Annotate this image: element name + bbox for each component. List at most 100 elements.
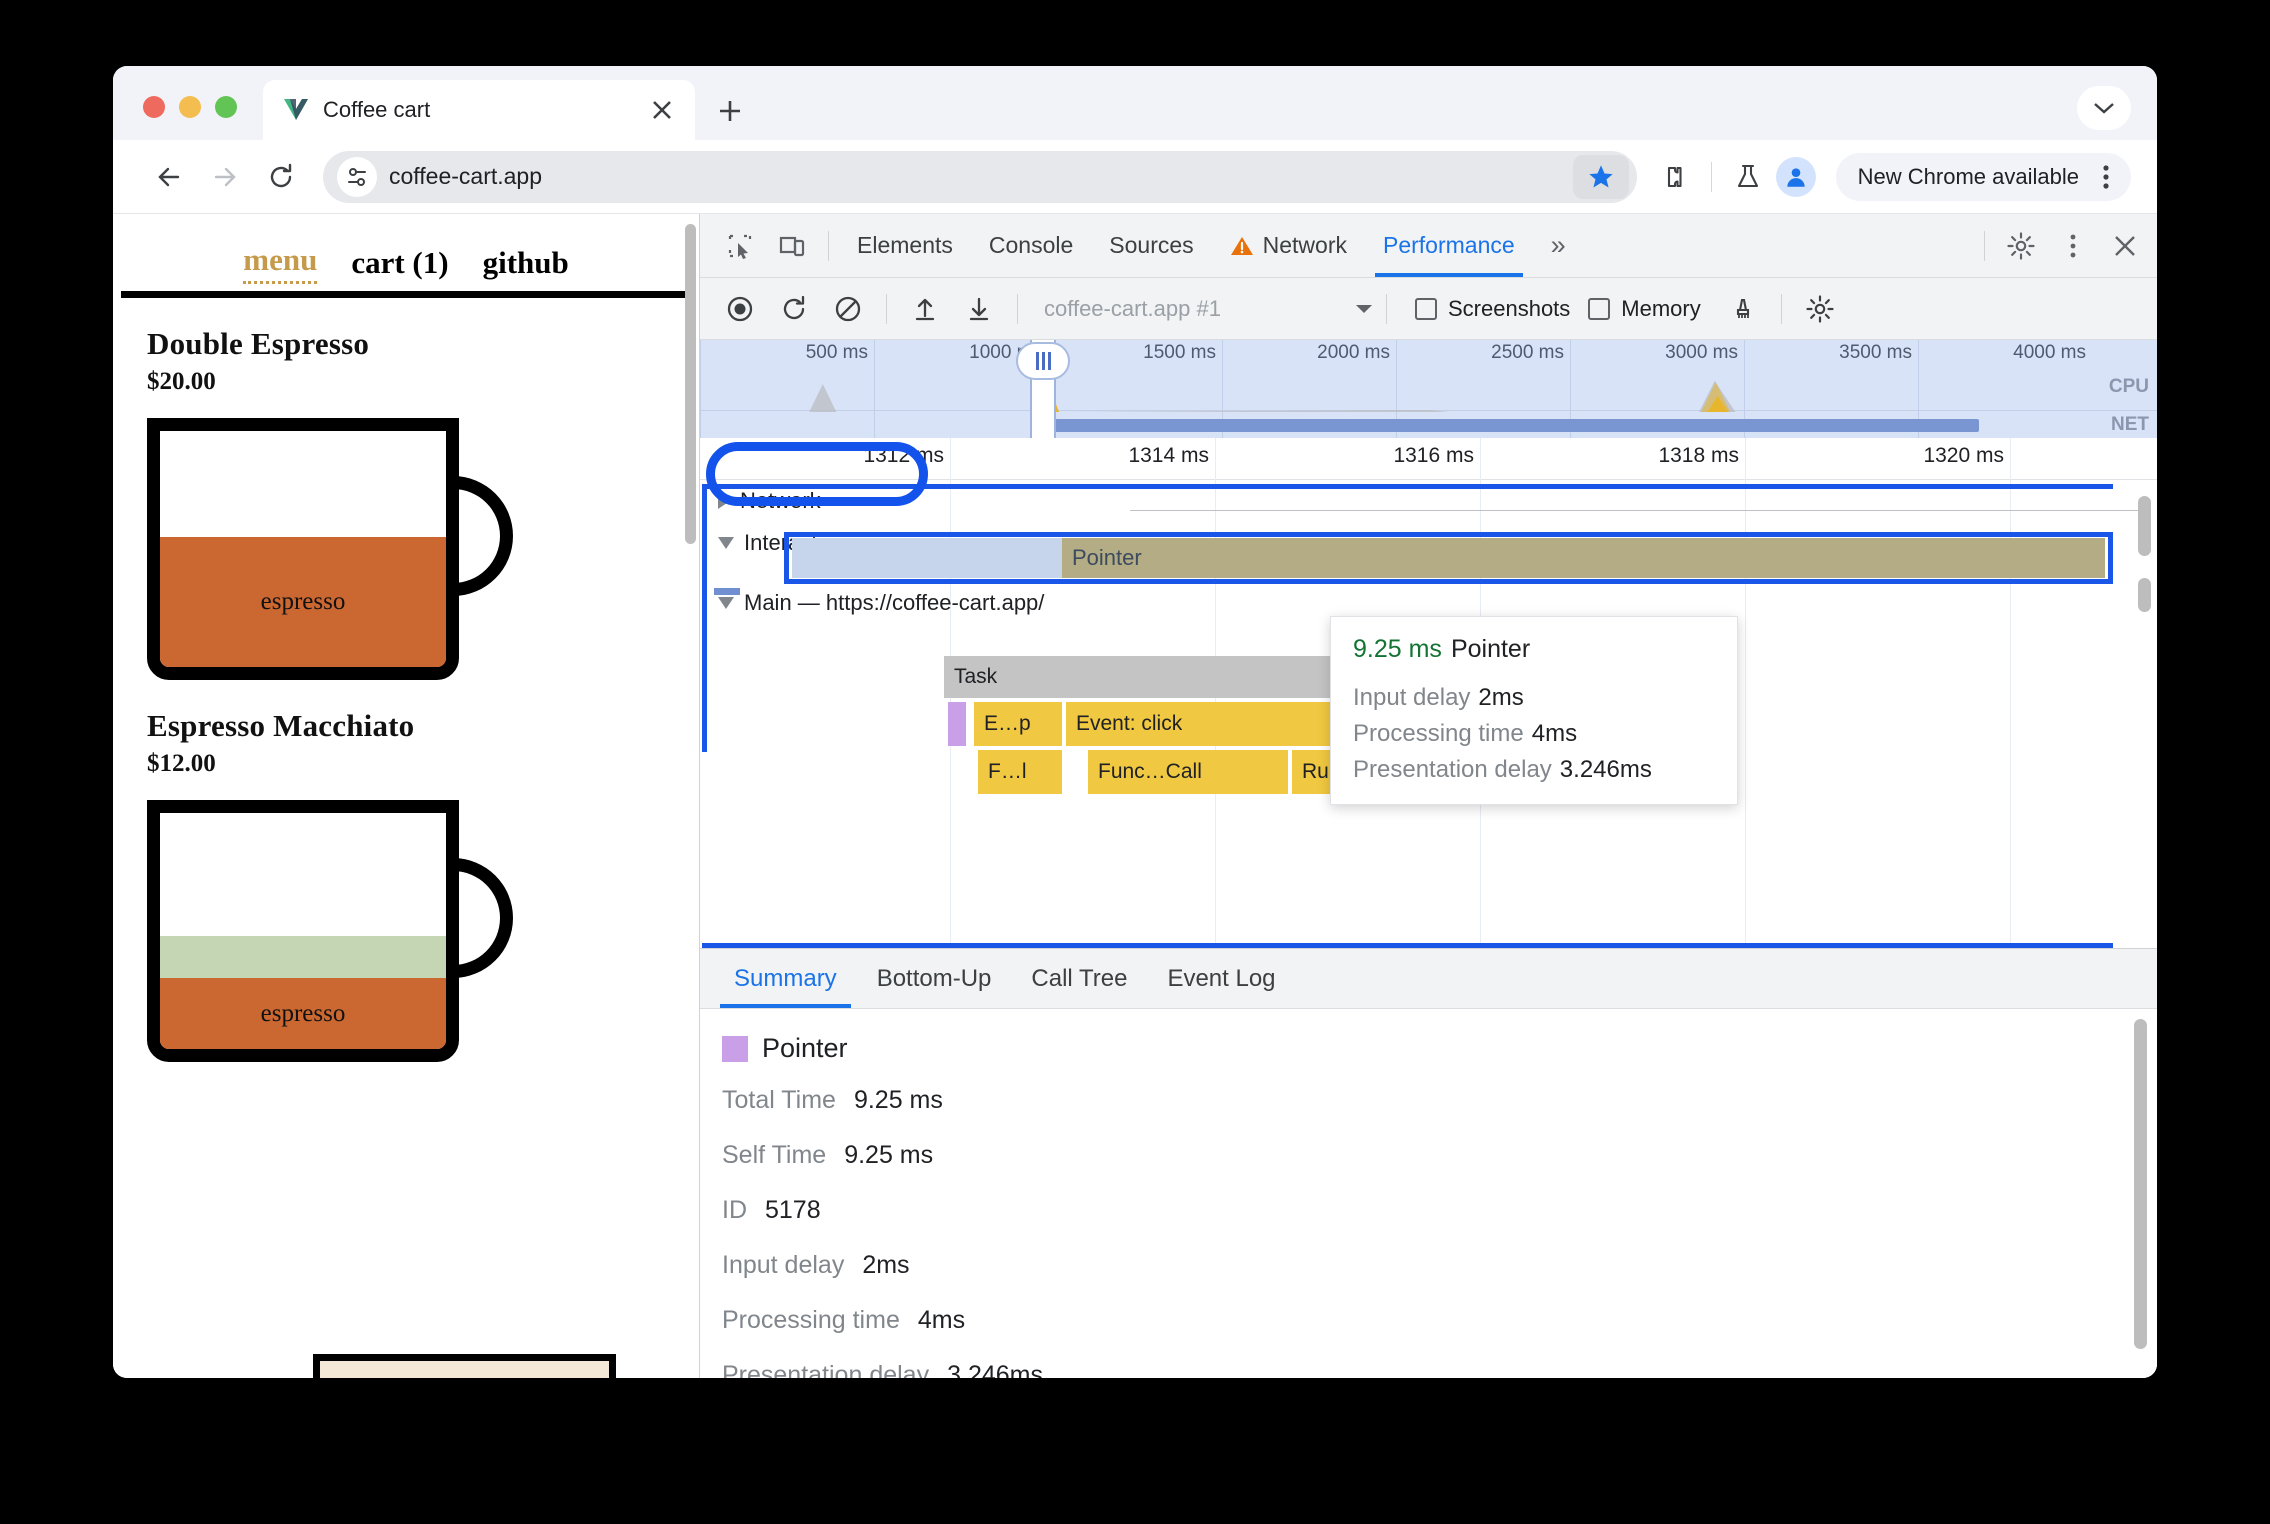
- profile-selector[interactable]: coffee-cart.app #1: [1044, 296, 1374, 322]
- page-scrollbar[interactable]: [685, 224, 696, 544]
- flame-label: Func…Call: [1098, 760, 1202, 783]
- product-price: $12.00: [147, 750, 216, 777]
- maximize-window-button[interactable]: [215, 96, 237, 118]
- divider: [886, 293, 887, 324]
- cup-milk-layer: [160, 935, 446, 979]
- checkbox-box: [1415, 297, 1437, 320]
- divider: [1017, 293, 1018, 324]
- ruler-tick-label: 1318 ms: [1658, 444, 1739, 467]
- nav-link-github[interactable]: github: [483, 245, 569, 281]
- experiments-flask-icon[interactable]: [1724, 153, 1772, 201]
- overview-tick-label: 3500 ms: [1839, 342, 1912, 363]
- cup-body: espresso: [147, 418, 459, 680]
- tab-bottom-up[interactable]: Bottom-Up: [857, 950, 1012, 1008]
- tab-summary[interactable]: Summary: [714, 950, 857, 1008]
- record-icon[interactable]: [714, 283, 766, 335]
- flame-block-function[interactable]: F…l: [978, 750, 1062, 794]
- tab-sources[interactable]: Sources: [1091, 215, 1211, 277]
- inspect-element-icon[interactable]: [714, 220, 766, 272]
- cup-label: espresso: [260, 588, 346, 616]
- flame-scrollbar-top[interactable]: [2138, 496, 2151, 556]
- forward-arrow-icon[interactable]: [199, 151, 251, 203]
- overview-tick-label: 2000 ms: [1317, 342, 1390, 363]
- memory-checkbox[interactable]: Memory: [1588, 295, 1701, 322]
- coffee-cup-graphic[interactable]: espresso: [147, 800, 513, 1062]
- tab-event-log[interactable]: Event Log: [1147, 950, 1295, 1008]
- overview-tick-label: 2500 ms: [1491, 342, 1564, 363]
- omnibox[interactable]: coffee-cart.app: [323, 150, 1637, 203]
- capture-settings-gear-icon[interactable]: [1794, 283, 1846, 335]
- overview-selection-handle[interactable]: [1016, 342, 1070, 380]
- product-card[interactable]: Espresso Macchiato $12.00 espresso: [113, 680, 699, 1062]
- flame-block-function-call[interactable]: Func…Call: [1088, 750, 1288, 794]
- new-tab-button[interactable]: [713, 94, 747, 128]
- devtools-kebab-menu-icon[interactable]: [2047, 220, 2099, 272]
- profile-avatar-icon[interactable]: [1775, 156, 1816, 197]
- close-tab-button[interactable]: [645, 93, 679, 127]
- tab-performance[interactable]: Performance: [1365, 215, 1533, 277]
- browser-window: Coffee cart coffee-cart.app New Chrome a…: [113, 66, 2157, 1378]
- overview-tick-label: 1500 ms: [1143, 342, 1216, 363]
- back-arrow-icon[interactable]: [143, 151, 195, 203]
- cup-label: espresso: [260, 999, 346, 1027]
- download-profile-icon[interactable]: [953, 283, 1005, 335]
- tab-label: Event Log: [1167, 965, 1276, 992]
- close-devtools-icon[interactable]: [2099, 220, 2151, 272]
- screenshots-checkbox[interactable]: Screenshots: [1415, 296, 1570, 322]
- cup-espresso-layer: espresso: [160, 978, 446, 1049]
- details-scrollbar[interactable]: [2134, 1019, 2147, 1349]
- tab-title: Coffee cart: [323, 97, 431, 122]
- flame-block-event[interactable]: E…p: [974, 702, 1062, 746]
- tab-search-chevron-icon[interactable]: [2077, 86, 2131, 130]
- collapse-triangle-icon[interactable]: [718, 537, 734, 549]
- tab-console[interactable]: Console: [971, 215, 1091, 277]
- checkbox-label: Memory: [1621, 295, 1701, 321]
- checkbox-label: Screenshots: [1448, 295, 1571, 321]
- flame-scrollbar-thumb[interactable]: [2138, 578, 2151, 612]
- reload-and-record-icon[interactable]: [768, 283, 820, 335]
- overview-tick-label: 3000 ms: [1665, 342, 1738, 363]
- extensions-puzzle-icon[interactable]: [1651, 153, 1699, 201]
- chevron-down-icon: [1356, 304, 1372, 313]
- star-filled-icon[interactable]: [1572, 154, 1629, 199]
- close-window-button[interactable]: [143, 96, 165, 118]
- site-settings-icon[interactable]: [337, 156, 377, 197]
- summary-row: Self Time 9.25 ms: [722, 1141, 2157, 1170]
- chrome-update-pill[interactable]: New Chrome available: [1835, 152, 2131, 201]
- flame-block-purple-interaction[interactable]: [948, 702, 966, 746]
- summary-row: Input delay 2ms: [722, 1251, 2157, 1280]
- nav-link-cart[interactable]: cart (1): [351, 245, 448, 281]
- gear-icon[interactable]: [1995, 220, 2047, 272]
- tooltip-row-value: 3.246ms: [1559, 756, 1652, 783]
- tab-label: Elements: [857, 232, 953, 258]
- reload-icon[interactable]: [255, 151, 307, 203]
- browser-menu-kebab-icon[interactable]: [2089, 160, 2123, 194]
- overview-tick-label: 500 ms: [805, 342, 868, 363]
- product-card[interactable]: Double Espresso $20.00 espresso: [113, 298, 699, 680]
- tab-network[interactable]: Network: [1212, 215, 1365, 277]
- device-toolbar-icon[interactable]: [766, 220, 818, 272]
- interaction-selection-box: [784, 532, 2113, 584]
- minimize-window-button[interactable]: [179, 96, 201, 118]
- more-tabs-button[interactable]: »: [1533, 215, 1584, 277]
- browser-tab[interactable]: Coffee cart: [263, 80, 695, 140]
- ruler-tick-label: 1314 ms: [1128, 444, 1209, 467]
- summary-row: Processing time 4ms: [722, 1306, 2157, 1335]
- coffee-cup-graphic[interactable]: espresso: [147, 418, 513, 680]
- summary-row-key: Processing time: [722, 1306, 900, 1334]
- summary-row-value: 9.25 ms: [844, 1141, 934, 1169]
- timeline-overview[interactable]: 500 ms 1000 ms 1500 ms 2000 ms 2500 ms 3…: [700, 340, 2157, 438]
- tab-elements[interactable]: Elements: [839, 215, 971, 277]
- flame-chart-area[interactable]: 1312 ms 1314 ms 1316 ms 1318 ms 1320 ms: [700, 438, 2157, 948]
- summary-row-key: ID: [722, 1196, 747, 1224]
- collect-garbage-icon[interactable]: [1717, 283, 1769, 335]
- clear-icon[interactable]: [822, 283, 874, 335]
- devtools-tabbar: Elements Console Sources Network Perform…: [700, 214, 2157, 278]
- summary-row: ID 5178: [722, 1196, 2157, 1225]
- tab-call-tree[interactable]: Call Tree: [1011, 950, 1147, 1008]
- vue-favicon-icon: [284, 99, 308, 120]
- tooltip-row-value: 4ms: [1531, 720, 1578, 747]
- upload-profile-icon[interactable]: [899, 283, 951, 335]
- nav-link-menu[interactable]: menu: [243, 242, 318, 284]
- collapse-triangle-icon[interactable]: [718, 597, 734, 609]
